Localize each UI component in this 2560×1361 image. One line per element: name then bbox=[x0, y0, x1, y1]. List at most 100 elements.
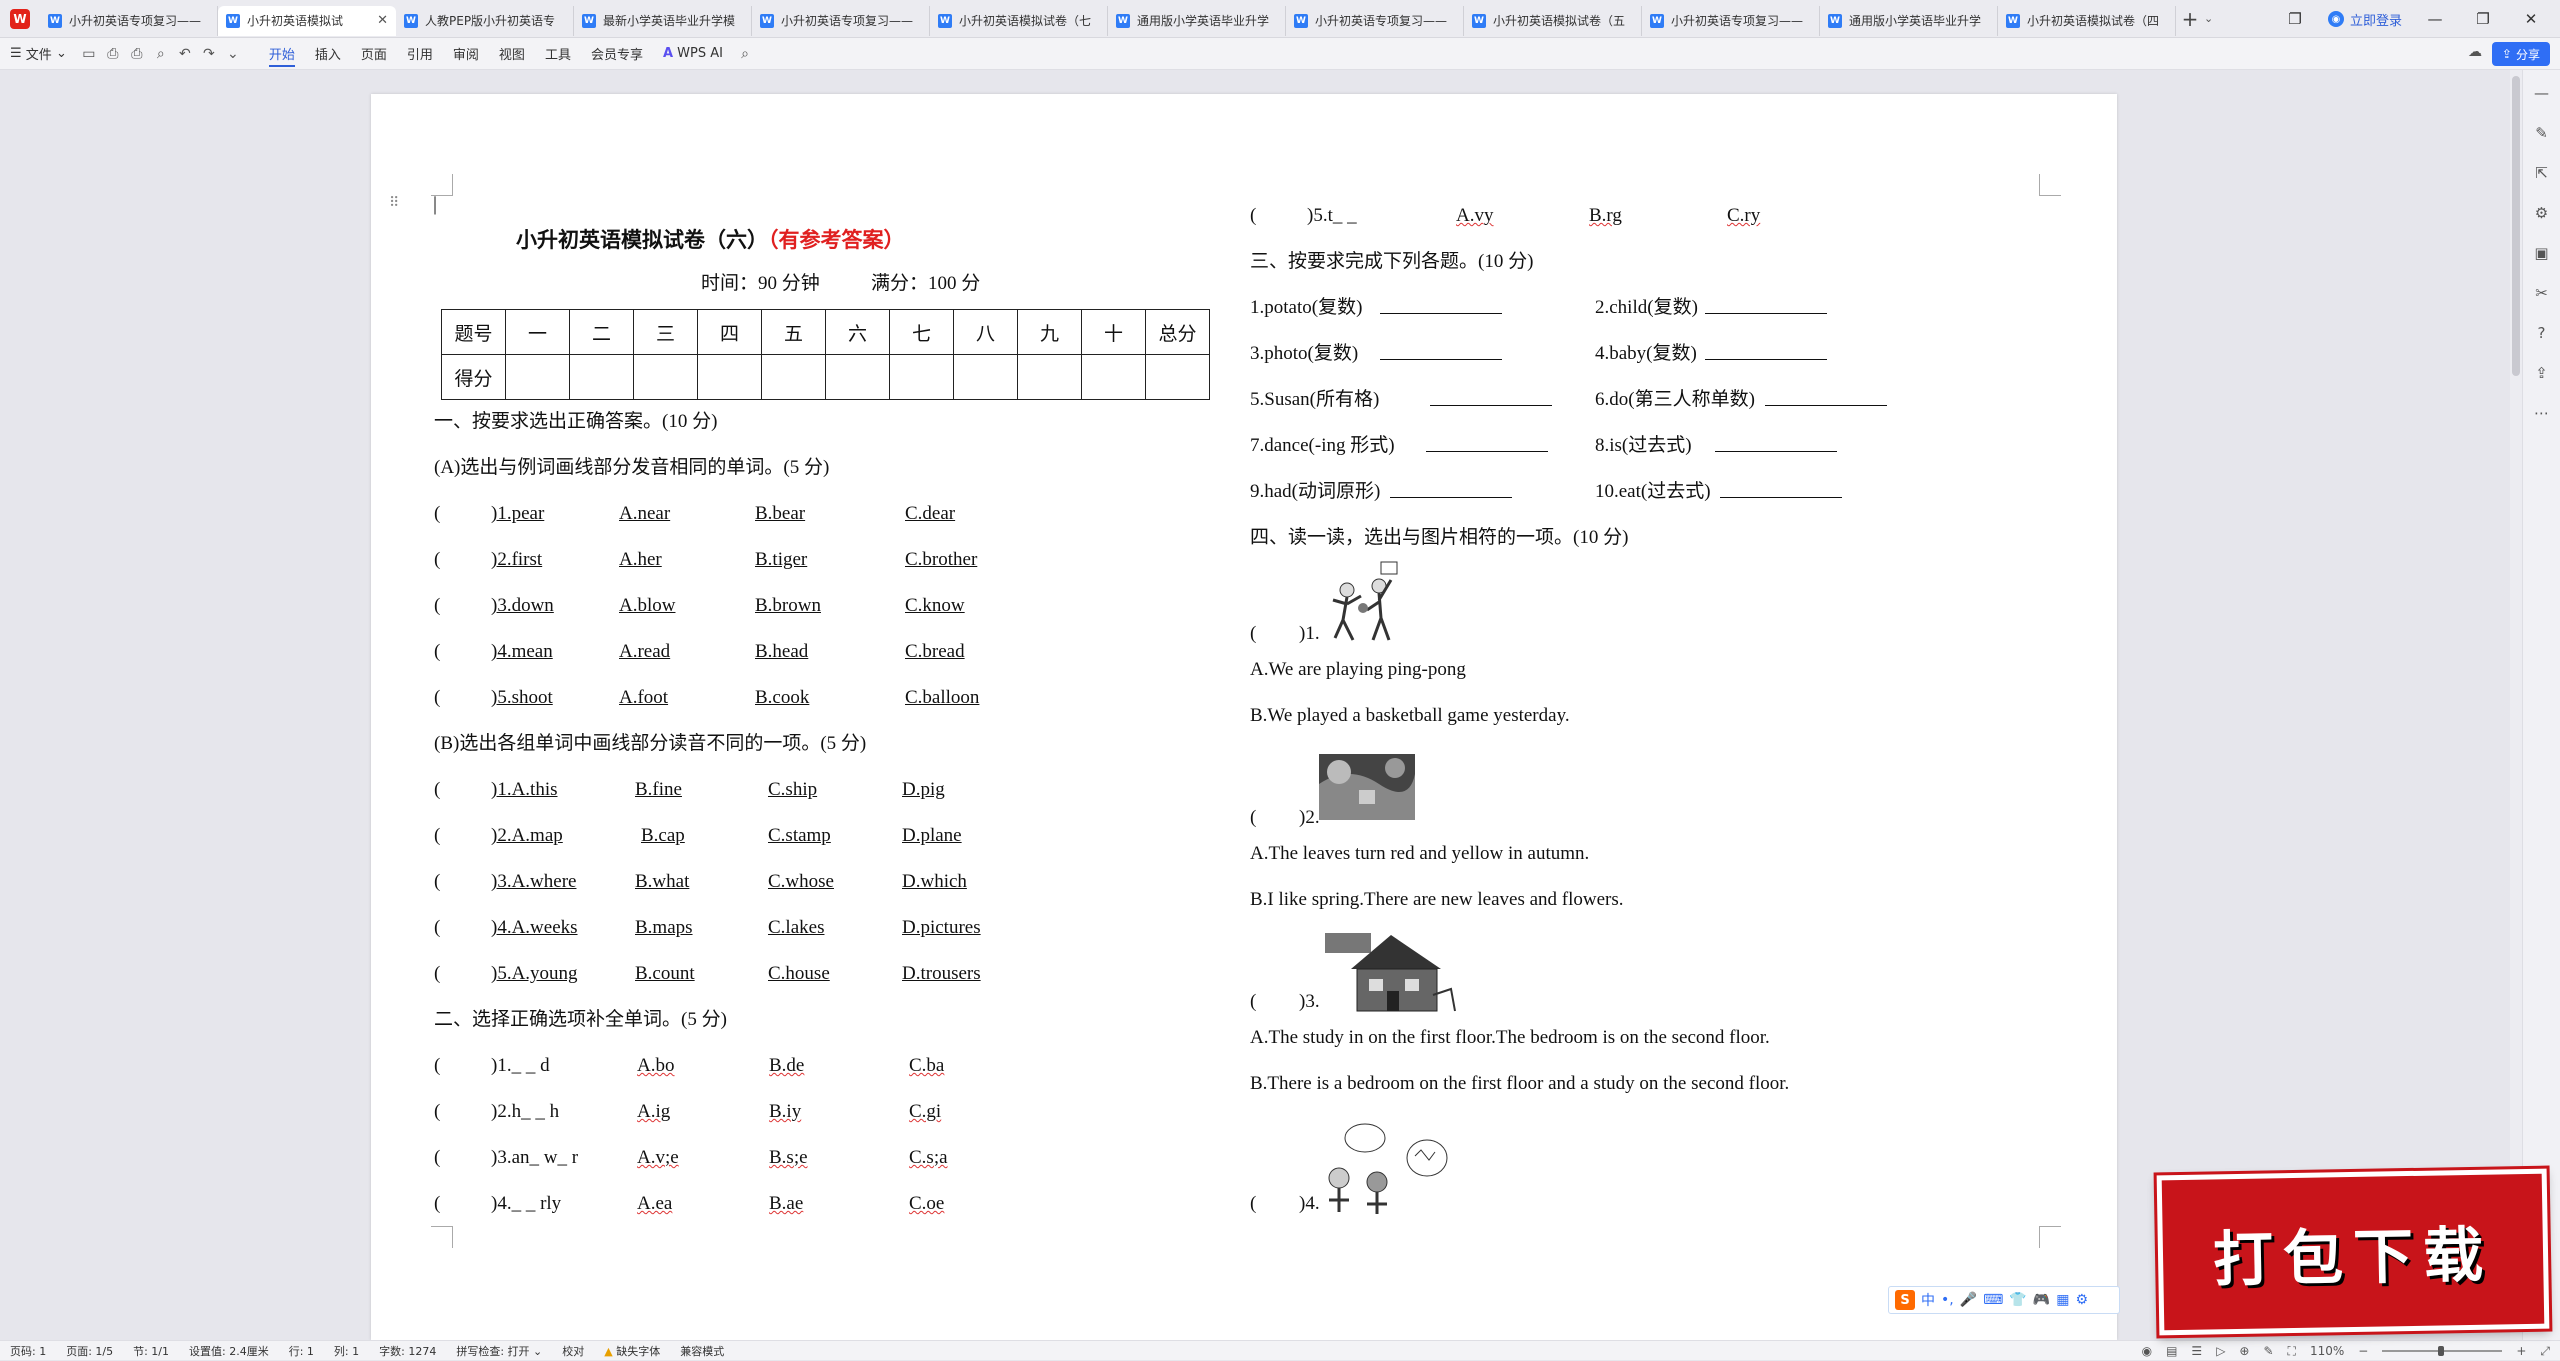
print-preview-icon[interactable]: ⌕ bbox=[149, 46, 173, 62]
ime-toolbar[interactable]: S 中 •, 🎤 ⌨ 👕 🎮 ▦ ⚙ bbox=[1888, 1286, 2120, 1314]
page-view-icon[interactable]: ▤ bbox=[2166, 1344, 2177, 1358]
pen-icon[interactable]: ✎ bbox=[2263, 1344, 2273, 1358]
score-cell[interactable] bbox=[761, 354, 826, 400]
status-missing-font[interactable]: ▲ 缺失字体 bbox=[594, 1343, 670, 1359]
tab-0[interactable]: W 小升初英语专项复习—— bbox=[40, 5, 218, 36]
share-button[interactable]: ⇪ 分享 bbox=[2491, 42, 2550, 66]
outline-view-icon[interactable]: ☰ bbox=[2191, 1344, 2202, 1358]
score-cell[interactable] bbox=[697, 354, 762, 400]
skin-icon[interactable]: 👕 bbox=[2009, 1292, 2026, 1308]
score-cell[interactable] bbox=[1017, 354, 1082, 400]
score-cell[interactable] bbox=[569, 354, 634, 400]
web-view-icon[interactable]: ⊕ bbox=[2239, 1344, 2249, 1358]
ribbon-tab-7[interactable]: 会员专享 bbox=[581, 38, 653, 70]
answer-blank[interactable] bbox=[1705, 296, 1827, 321]
scroll-thumb[interactable] bbox=[2512, 76, 2520, 376]
ribbon-tab-1[interactable]: 插入 bbox=[305, 38, 351, 70]
tab-6[interactable]: W 通用版小学英语毕业升学 bbox=[1108, 5, 1286, 36]
picture-autumn[interactable] bbox=[1319, 754, 1415, 820]
minimize-button[interactable]: — bbox=[2420, 10, 2450, 28]
help-icon[interactable]: ? bbox=[2538, 324, 2546, 342]
ribbon-tab-2[interactable]: 页面 bbox=[351, 38, 397, 70]
redo-icon[interactable]: ↷ bbox=[197, 46, 221, 62]
tools-icon[interactable]: ✂ bbox=[2535, 284, 2548, 302]
tab-4[interactable]: W 小升初英语专项复习—— bbox=[752, 5, 930, 36]
tab-11[interactable]: W 小升初英语模拟试卷（四 bbox=[1998, 5, 2176, 36]
new-tab-icon[interactable]: + bbox=[2176, 7, 2204, 31]
document-page[interactable]: ⠿ | 小升初英语模拟试卷（六）（有参考答案） 时间：90 分钟 满分：100 … bbox=[371, 94, 2120, 1340]
score-cell[interactable] bbox=[825, 354, 890, 400]
image-icon[interactable]: ▣ bbox=[2534, 244, 2548, 262]
score-cell[interactable] bbox=[505, 354, 570, 400]
chevron-down-icon[interactable]: ⌄ bbox=[2204, 12, 2222, 25]
score-cell[interactable] bbox=[953, 354, 1018, 400]
eye-icon[interactable]: ◉ bbox=[2142, 1344, 2152, 1358]
game-icon[interactable]: 🎮 bbox=[2033, 1292, 2050, 1308]
tab-1[interactable]: W 小升初英语模拟试 ✕ bbox=[218, 5, 396, 36]
status-proofread[interactable]: 校对 bbox=[552, 1343, 594, 1359]
edit-icon[interactable]: ✎ bbox=[2535, 124, 2548, 142]
zoom-out-icon[interactable]: − bbox=[2358, 1344, 2368, 1358]
ribbon-tab-3[interactable]: 引用 bbox=[397, 38, 443, 70]
zoom-slider[interactable] bbox=[2382, 1346, 2503, 1356]
fit-icon[interactable]: ⛶ bbox=[2288, 1344, 2296, 1359]
settings-icon[interactable]: ⚙ bbox=[2535, 204, 2548, 222]
settings-icon[interactable]: ⚙ bbox=[2075, 1292, 2088, 1308]
more-icon[interactable]: ⌄ bbox=[221, 46, 245, 62]
tab-8[interactable]: W 小升初英语模拟试卷（五 bbox=[1464, 5, 1642, 36]
ribbon-tab-6[interactable]: 工具 bbox=[535, 38, 581, 70]
cloud-icon[interactable]: ☁ bbox=[2468, 44, 2482, 60]
answer-blank[interactable] bbox=[1765, 388, 1887, 413]
close-tab-icon[interactable]: ✕ bbox=[373, 13, 388, 28]
toolbox-icon[interactable]: ▦ bbox=[2056, 1292, 2069, 1308]
status-spell-check[interactable]: 拼写检查: 打开 ⌄ bbox=[446, 1343, 552, 1359]
punctuation-icon[interactable]: •, bbox=[1941, 1292, 1954, 1308]
score-cell[interactable] bbox=[633, 354, 698, 400]
picture-children[interactable] bbox=[1317, 1120, 1451, 1216]
score-cell[interactable] bbox=[1081, 354, 1146, 400]
share-side-icon[interactable]: ⇪ bbox=[2535, 364, 2548, 382]
ribbon-tab-0[interactable]: 开始 bbox=[259, 38, 305, 70]
wps-ai-button[interactable]: A WPS AI bbox=[653, 38, 733, 70]
more-icon[interactable]: ⋯ bbox=[2534, 404, 2549, 422]
vertical-scrollbar[interactable] bbox=[2510, 70, 2522, 1340]
status-pages[interactable]: 页面: 1/5 bbox=[56, 1343, 123, 1359]
tab-9[interactable]: W 小升初英语专项复习—— bbox=[1642, 5, 1820, 36]
answer-blank[interactable] bbox=[1715, 434, 1837, 459]
answer-blank[interactable] bbox=[1380, 342, 1502, 367]
menu-file[interactable]: ☰ 文件 ⌄ bbox=[0, 38, 77, 70]
score-cell[interactable] bbox=[1145, 354, 1210, 400]
undo-icon[interactable]: ↶ bbox=[173, 46, 197, 62]
print-icon[interactable]: ⎙ bbox=[125, 46, 149, 62]
tab-10[interactable]: W 通用版小学英语毕业升学 bbox=[1820, 5, 1998, 36]
answer-blank[interactable] bbox=[1426, 434, 1548, 459]
collapse-icon[interactable]: — bbox=[2534, 84, 2549, 102]
tab-7[interactable]: W 小升初英语专项复习—— bbox=[1286, 5, 1464, 36]
ribbon-tab-4[interactable]: 审阅 bbox=[443, 38, 489, 70]
close-button[interactable]: ✕ bbox=[2516, 10, 2546, 28]
tab-3[interactable]: W 最新小学英语毕业升学模 bbox=[574, 5, 752, 36]
window-layout-icon[interactable]: ❐ bbox=[2280, 10, 2310, 28]
answer-blank[interactable] bbox=[1705, 342, 1827, 367]
export-pdf-icon[interactable]: ⎙ bbox=[101, 46, 125, 62]
ime-language[interactable]: 中 bbox=[1921, 1290, 1935, 1310]
answer-blank[interactable] bbox=[1720, 480, 1842, 505]
restore-button[interactable]: ❐ bbox=[2468, 10, 2498, 28]
fullscreen-icon[interactable]: ⤢ bbox=[2540, 1344, 2550, 1359]
answer-blank[interactable] bbox=[1430, 388, 1552, 413]
microphone-icon[interactable]: 🎤 bbox=[1960, 1292, 1977, 1308]
score-cell[interactable] bbox=[889, 354, 954, 400]
picture-basketball[interactable] bbox=[1317, 560, 1405, 646]
ribbon-tab-5[interactable]: 视图 bbox=[489, 38, 535, 70]
play-icon[interactable]: ▷ bbox=[2216, 1344, 2225, 1358]
keyboard-icon[interactable]: ⌨ bbox=[1983, 1292, 2003, 1308]
login-button[interactable]: ◉ 立即登录 bbox=[2327, 10, 2402, 29]
zoom-in-icon[interactable]: + bbox=[2516, 1344, 2526, 1358]
answer-blank[interactable] bbox=[1380, 296, 1502, 321]
picture-house[interactable] bbox=[1321, 929, 1461, 1015]
select-icon[interactable]: ⇱ bbox=[2535, 164, 2548, 182]
wps-logo[interactable]: W bbox=[0, 0, 40, 38]
download-badge[interactable]: 打包下载 bbox=[2156, 1168, 2550, 1336]
save-icon[interactable]: ▭ bbox=[77, 46, 101, 62]
zoom-level[interactable]: 110% bbox=[2310, 1344, 2344, 1358]
